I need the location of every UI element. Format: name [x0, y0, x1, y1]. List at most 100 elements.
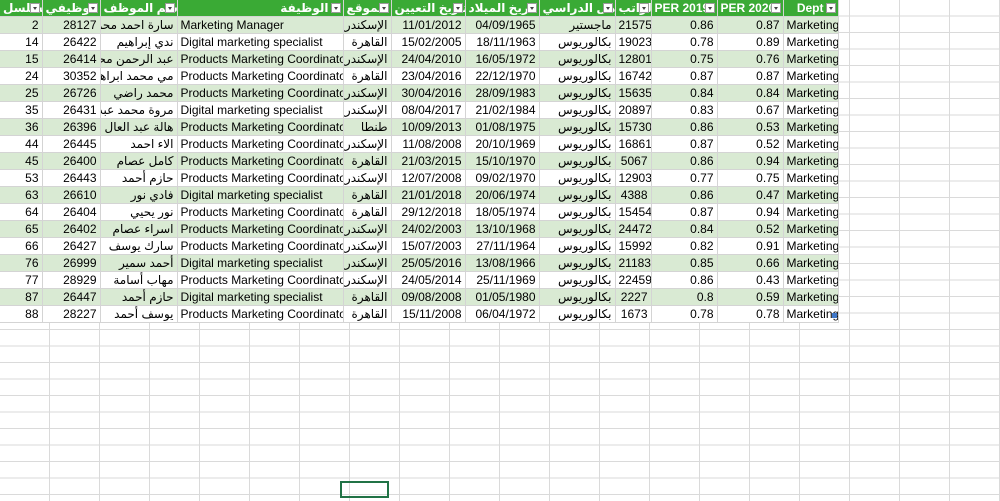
cell-job-number[interactable]: 28127	[42, 16, 101, 34]
cell-job-title[interactable]: Marketing Manager	[177, 16, 344, 34]
header-employee-name[interactable]: اسم الموظف	[100, 0, 178, 17]
cell-hire-date[interactable]: 29/12/2018	[391, 203, 466, 221]
cell-location[interactable]: الإسكندرية	[343, 101, 392, 119]
cell-serial[interactable]: 45	[0, 152, 43, 170]
cell-serial[interactable]: 53	[0, 169, 43, 187]
cell-qualification[interactable]: بكالوريوس	[539, 50, 616, 68]
cell-employee-name[interactable]: عبد الرحمن محمد	[100, 50, 178, 68]
cell-birth-date[interactable]: 28/09/1983	[465, 84, 540, 102]
cell-serial[interactable]: 66	[0, 237, 43, 255]
cell-dept[interactable]: Marketing	[783, 254, 839, 272]
filter-dropdown-icon[interactable]	[452, 3, 463, 13]
cell-dept[interactable]: Marketing	[783, 16, 839, 34]
cell-per2020[interactable]: 0.67	[717, 101, 784, 119]
cell-salary[interactable]: 21575	[615, 16, 652, 34]
cell-per2020[interactable]: 0.75	[717, 169, 784, 187]
cell-job-number[interactable]: 26414	[42, 50, 101, 68]
cell-job-number[interactable]: 26427	[42, 237, 101, 255]
cell-qualification[interactable]: بكالوريوس	[539, 237, 616, 255]
cell-per2019[interactable]: 0.84	[651, 84, 718, 102]
header-per2019[interactable]: PER 2019	[651, 0, 718, 17]
cell-birth-date[interactable]: 25/11/1969	[465, 271, 540, 289]
cell-salary[interactable]: 12903	[615, 169, 652, 187]
cell-hire-date[interactable]: 24/02/2003	[391, 220, 466, 238]
cell-job-number[interactable]: 26422	[42, 33, 101, 51]
cell-serial[interactable]: 76	[0, 254, 43, 272]
cell-qualification[interactable]: بكالوريوس	[539, 118, 616, 136]
cell-qualification[interactable]: بكالوريوس	[539, 305, 616, 323]
cell-job-title[interactable]: Products Marketing Coordinator	[177, 84, 344, 102]
cell-dept[interactable]: Marketing	[783, 237, 839, 255]
cell-hire-date[interactable]: 21/03/2015	[391, 152, 466, 170]
cell-job-title[interactable]: Products Marketing Coordinator	[177, 152, 344, 170]
cell-dept[interactable]: Marketing	[783, 67, 839, 85]
cell-per2020[interactable]: 0.66	[717, 254, 784, 272]
cell-per2019[interactable]: 0.86	[651, 152, 718, 170]
cell-dept[interactable]: Marketing	[783, 305, 839, 323]
cell-per2019[interactable]: 0.84	[651, 220, 718, 238]
cell-per2020[interactable]: 0.52	[717, 135, 784, 153]
cell-job-title[interactable]: Digital marketing specialist	[177, 288, 344, 306]
cell-hire-date[interactable]: 11/08/2008	[391, 135, 466, 153]
cell-employee-name[interactable]: نور يحيي	[100, 203, 178, 221]
cell-job-title[interactable]: Products Marketing Coordinator	[177, 220, 344, 238]
cell-salary[interactable]: 20897	[615, 101, 652, 119]
cell-serial[interactable]: 15	[0, 50, 43, 68]
cell-employee-name[interactable]: الاء احمد	[100, 135, 178, 153]
cell-job-title[interactable]: Digital marketing specialist	[177, 101, 344, 119]
cell-serial[interactable]: 63	[0, 186, 43, 204]
cell-location[interactable]: القاهرة	[343, 305, 392, 323]
cell-dept[interactable]: Marketing	[783, 186, 839, 204]
cell-location[interactable]: الإسكندرية	[343, 169, 392, 187]
filter-dropdown-icon[interactable]	[770, 3, 781, 13]
cell-birth-date[interactable]: 20/06/1974	[465, 186, 540, 204]
cell-birth-date[interactable]: 04/09/1965	[465, 16, 540, 34]
cell-salary[interactable]: 15635	[615, 84, 652, 102]
cell-job-number[interactable]: 26726	[42, 84, 101, 102]
cell-job-title[interactable]: Digital marketing specialist	[177, 254, 344, 272]
cell-birth-date[interactable]: 22/12/1970	[465, 67, 540, 85]
filter-dropdown-icon[interactable]	[330, 3, 341, 13]
cell-job-title[interactable]: Products Marketing Coordinator	[177, 237, 344, 255]
header-job-title[interactable]: الوظيفة	[177, 0, 344, 17]
cell-qualification[interactable]: بكالوريوس	[539, 135, 616, 153]
cell-job-number[interactable]: 26396	[42, 118, 101, 136]
cell-per2020[interactable]: 0.53	[717, 118, 784, 136]
cell-salary[interactable]: 16742	[615, 67, 652, 85]
cell-dept[interactable]: Marketing	[783, 220, 839, 238]
cell-dept[interactable]: Marketing	[783, 135, 839, 153]
cell-serial[interactable]: 65	[0, 220, 43, 238]
header-dept[interactable]: Dept	[783, 0, 839, 17]
cell-job-number[interactable]: 26999	[42, 254, 101, 272]
cell-location[interactable]: القاهرة	[343, 186, 392, 204]
cell-per2020[interactable]: 0.47	[717, 186, 784, 204]
cell-qualification[interactable]: بكالوريوس	[539, 84, 616, 102]
cell-location[interactable]: الإسكندرية	[343, 50, 392, 68]
cell-job-title[interactable]: Products Marketing Coordinator	[177, 169, 344, 187]
cell-per2020[interactable]: 0.43	[717, 271, 784, 289]
filter-dropdown-icon[interactable]	[378, 3, 389, 13]
cell-salary[interactable]: 15992	[615, 237, 652, 255]
header-serial[interactable]: مسلسل	[0, 0, 43, 17]
cell-per2020[interactable]: 0.78	[717, 305, 784, 323]
table-resize-handle[interactable]	[832, 313, 837, 318]
cell-employee-name[interactable]: سارك يوسف	[100, 237, 178, 255]
filter-dropdown-icon[interactable]	[704, 3, 715, 13]
cell-salary[interactable]: 4388	[615, 186, 652, 204]
cell-location[interactable]: القاهرة	[343, 288, 392, 306]
cell-serial[interactable]: 64	[0, 203, 43, 221]
cell-hire-date[interactable]: 15/02/2005	[391, 33, 466, 51]
cell-serial[interactable]: 88	[0, 305, 43, 323]
cell-location[interactable]: الإسكندرية	[343, 135, 392, 153]
cell-per2019[interactable]: 0.78	[651, 33, 718, 51]
cell-qualification[interactable]: بكالوريوس	[539, 152, 616, 170]
cell-per2020[interactable]: 0.87	[717, 16, 784, 34]
cell-birth-date[interactable]: 21/02/1984	[465, 101, 540, 119]
cell-job-number[interactable]: 26402	[42, 220, 101, 238]
cell-per2020[interactable]: 0.91	[717, 237, 784, 255]
cell-serial[interactable]: 44	[0, 135, 43, 153]
cell-location[interactable]: الإسكندرية	[343, 220, 392, 238]
cell-dept[interactable]: Marketing	[783, 50, 839, 68]
cell-qualification[interactable]: بكالوريوس	[539, 67, 616, 85]
cell-qualification[interactable]: بكالوريوس	[539, 288, 616, 306]
